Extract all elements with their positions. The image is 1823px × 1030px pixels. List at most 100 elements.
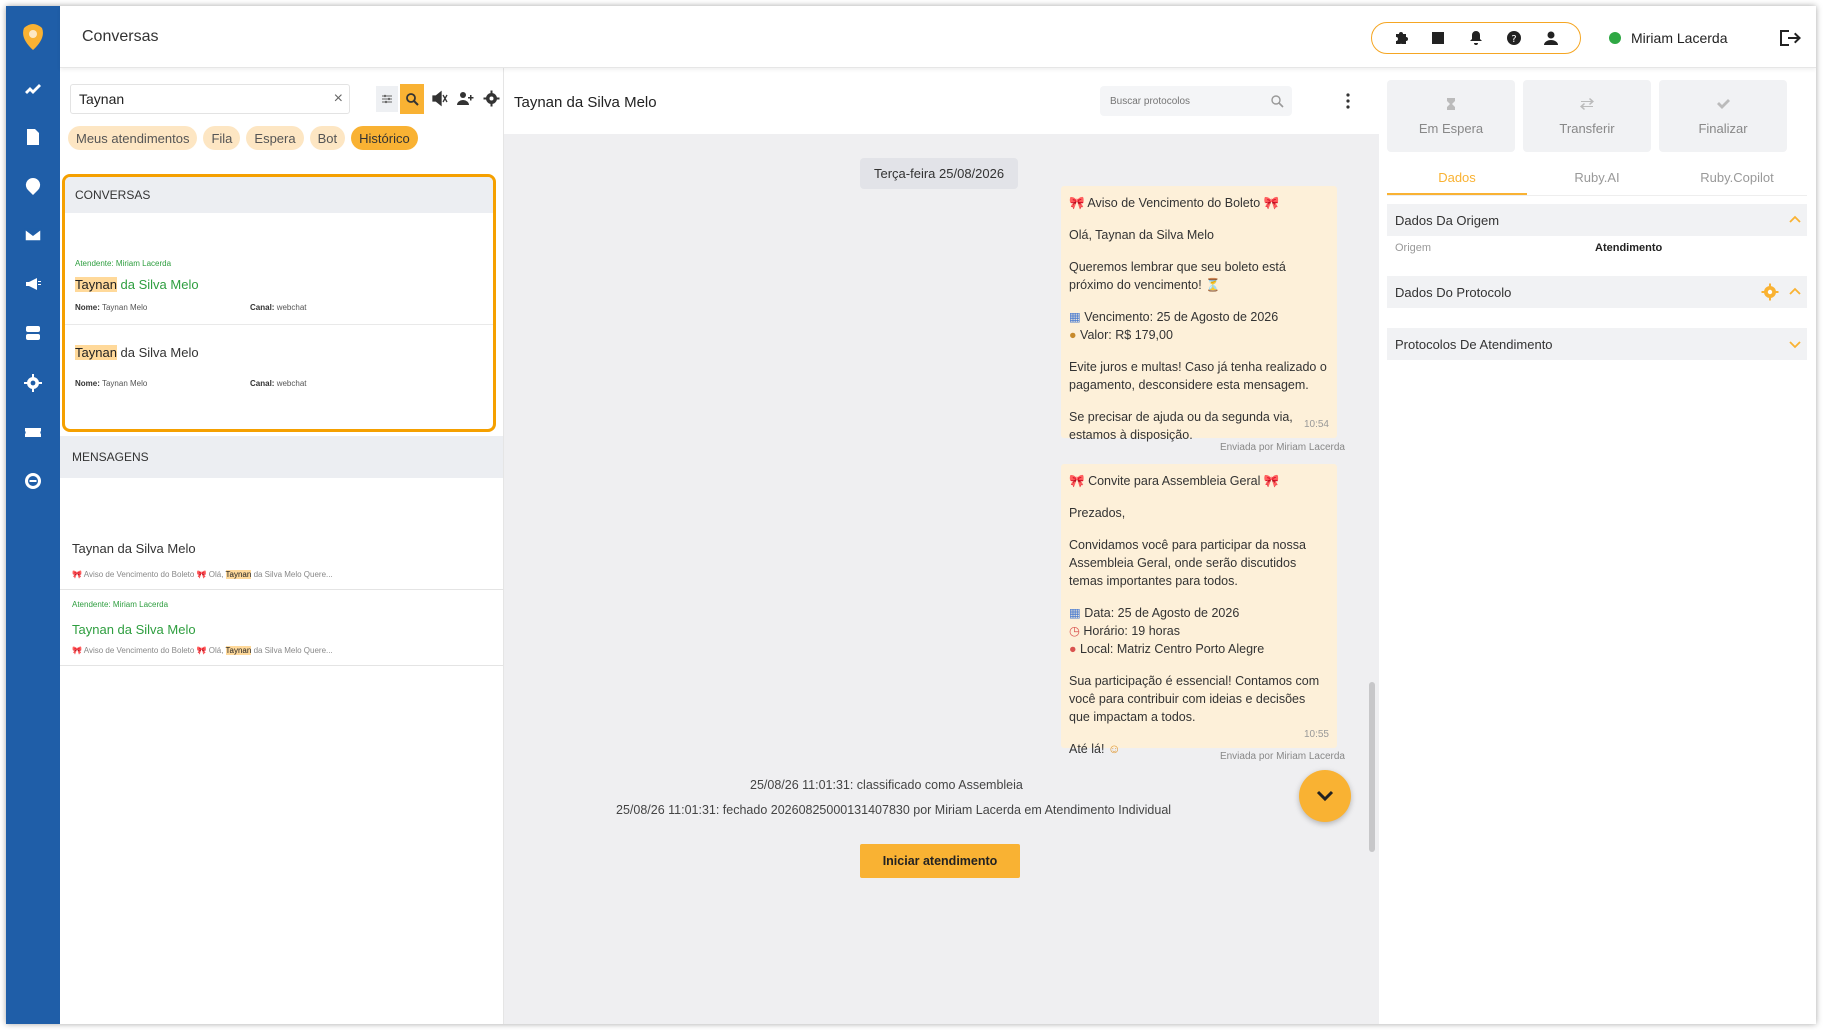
chat-header: Taynan da Silva Melo [504, 68, 1379, 134]
origin-data-section[interactable]: Dados Da Origem [1387, 204, 1807, 236]
message-paragraph: Sua participação é essencial! Contamos c… [1069, 674, 1320, 724]
message-preview: 🎀 Aviso de Vencimento do Boleto 🎀 Olá, T… [72, 646, 333, 655]
attendant-label: Atendente: Miriam Lacerda [72, 600, 169, 609]
clear-search-icon[interactable]: × [334, 90, 343, 108]
contact-name-field: Nome: Taynan Melo [75, 303, 148, 312]
search-icon[interactable] [1270, 94, 1284, 108]
campaign-icon[interactable] [6, 264, 60, 304]
logout-icon[interactable] [1778, 28, 1802, 48]
event-time: Horário: 19 horas [1083, 624, 1180, 638]
finish-button[interactable]: Finalizar [1659, 80, 1787, 152]
top-tools-group: ? [1371, 22, 1581, 54]
protocol-data-section[interactable]: Dados Do Protocolo [1387, 276, 1807, 308]
user-icon[interactable] [1541, 28, 1561, 48]
tickets-icon[interactable] [6, 412, 60, 452]
conversation-name: Taynan da Silva Melo [75, 277, 199, 292]
transfer-button[interactable]: Transferir [1523, 80, 1651, 152]
transfer-icon [1580, 97, 1594, 110]
message-contact-name: Taynan da Silva Melo [72, 541, 196, 556]
help-icon[interactable]: ? [1504, 28, 1524, 48]
messages-heading: MENSAGENS [60, 436, 503, 478]
tab-ruby-copilot[interactable]: Ruby.Copilot [1667, 160, 1807, 195]
system-event: 25/08/26 11:01:31: fechado 2026082500013… [616, 803, 1172, 817]
svg-text:?: ? [1511, 34, 1516, 45]
message-paragraph: Convidamos você para participar da nossa… [1069, 538, 1306, 588]
inbox-icon[interactable] [1428, 28, 1448, 48]
nav-rail [6, 6, 60, 1024]
documents-icon[interactable] [6, 117, 60, 157]
extensions-icon[interactable] [1391, 28, 1411, 48]
date-separator: Terça-feira 25/08/2026 [860, 158, 1019, 189]
chat-contact-title: Taynan da Silva Melo [514, 94, 657, 111]
chip-meus-atendimentos[interactable]: Meus atendimentos [68, 126, 198, 150]
chip-espera[interactable]: Espera [246, 126, 304, 150]
message-greeting: Prezados, [1069, 506, 1126, 520]
chat-scrollbar[interactable] [1369, 682, 1375, 852]
contacts-icon[interactable] [6, 313, 60, 353]
system-event: 25/08/26 11:01:31: classificado como Ass… [750, 778, 1023, 792]
message-title: Aviso de Vencimento do Boleto [1087, 196, 1261, 210]
channel-field: Canal: webchat [250, 303, 307, 312]
add-contact-icon[interactable] [456, 88, 474, 108]
settings-icon[interactable] [6, 363, 60, 403]
message-time: 10:55 [1303, 729, 1329, 740]
on-hold-button[interactable]: Em Espera [1387, 80, 1515, 152]
message-closing: Até lá! [1069, 742, 1105, 756]
conversation-item[interactable]: Atendente: Miriam Lacerda Taynan da Silv… [65, 213, 493, 325]
app-window: Conversas ? Miriam Lacerda × Meus atendi… [6, 6, 1816, 1024]
message-paragraph: Queremos lembrar que seu boleto está pró… [1069, 260, 1286, 292]
tab-dados[interactable]: Dados [1387, 160, 1527, 195]
message-result-item[interactable]: Atendente: Miriam Lacerda Taynan da Silv… [60, 590, 503, 666]
chip-bot[interactable]: Bot [309, 126, 346, 150]
chip-fila[interactable]: Fila [203, 126, 241, 150]
search-input[interactable] [71, 85, 321, 113]
logo-icon[interactable] [20, 22, 46, 52]
bell-icon[interactable] [1466, 28, 1486, 48]
conversation-item[interactable]: Taynan da Silva Melo Nome: Taynan Melo C… [65, 325, 493, 397]
list-settings-icon[interactable] [482, 88, 500, 108]
mail-icon[interactable] [6, 215, 60, 255]
message-title: Convite para Assembleia Geral [1088, 474, 1261, 488]
chip-historico[interactable]: Histórico [351, 126, 418, 150]
scroll-to-bottom-button[interactable] [1299, 770, 1351, 822]
message-amount: Valor: R$ 179,00 [1080, 328, 1173, 342]
api-icon[interactable] [6, 461, 60, 501]
start-attendance-button[interactable]: Iniciar atendimento [860, 844, 1020, 878]
user-menu[interactable]: Miriam Lacerda [1609, 30, 1727, 46]
search-box: × [70, 84, 350, 114]
message-due-date: Vencimento: 25 de Agosto de 2026 [1084, 310, 1279, 324]
filter-options-icon[interactable] [376, 86, 398, 112]
page-title: Conversas [82, 28, 159, 45]
protocol-search [1100, 86, 1292, 116]
conversation-name: Taynan da Silva Melo [75, 345, 199, 360]
conversations-results: CONVERSAS Atendente: Miriam Lacerda Tayn… [62, 174, 496, 432]
details-tabs: Dados Ruby.AI Ruby.Copilot [1387, 160, 1807, 196]
protocol-search-input[interactable] [1100, 86, 1260, 116]
chat-icon[interactable] [6, 166, 60, 206]
search-button[interactable] [400, 84, 424, 114]
list-actions [430, 88, 500, 108]
tab-ruby-ai[interactable]: Ruby.AI [1527, 160, 1667, 195]
event-location: Local: Matriz Centro Porto Alegre [1080, 642, 1265, 656]
message-result-item[interactable]: Taynan da Silva Melo 🎀 Aviso de Vencimen… [60, 478, 503, 590]
message-bubble: 🎀 Aviso de Vencimento do Boleto 🎀 Olá, T… [1061, 186, 1337, 442]
message-greeting: Olá, Taynan da Silva Melo [1069, 228, 1214, 242]
attendant-label: Atendente: Miriam Lacerda [75, 259, 172, 268]
conversations-heading: CONVERSAS [65, 177, 493, 213]
user-name: Miriam Lacerda [1631, 30, 1728, 46]
message-preview: 🎀 Aviso de Vencimento do Boleto 🎀 Olá, T… [72, 570, 333, 579]
sent-by-label: Enviada por Miriam Lacerda [1219, 751, 1345, 762]
channel-field: Canal: webchat [250, 379, 307, 388]
gear-icon[interactable] [1761, 283, 1779, 301]
dashboard-icon[interactable] [6, 68, 60, 108]
chat-messages-area: Terça-feira 25/08/2026 🎀 Aviso de Vencim… [504, 134, 1379, 1024]
details-panel: Em Espera Transferir Finalizar Dados Rub… [1379, 68, 1816, 1024]
message-paragraph: Evite juros e multas! Caso já tenha real… [1069, 360, 1327, 392]
contact-name-field: Nome: Taynan Melo [75, 379, 148, 388]
more-options-icon[interactable] [1344, 92, 1352, 110]
origin-label: Origem [1395, 242, 1432, 254]
top-bar: Conversas ? Miriam Lacerda [60, 6, 1816, 68]
attendance-protocols-section[interactable]: Protocolos De Atendimento [1387, 328, 1807, 360]
message-contact-name: Taynan da Silva Melo [72, 622, 196, 637]
mute-notifications-icon[interactable] [430, 88, 448, 108]
